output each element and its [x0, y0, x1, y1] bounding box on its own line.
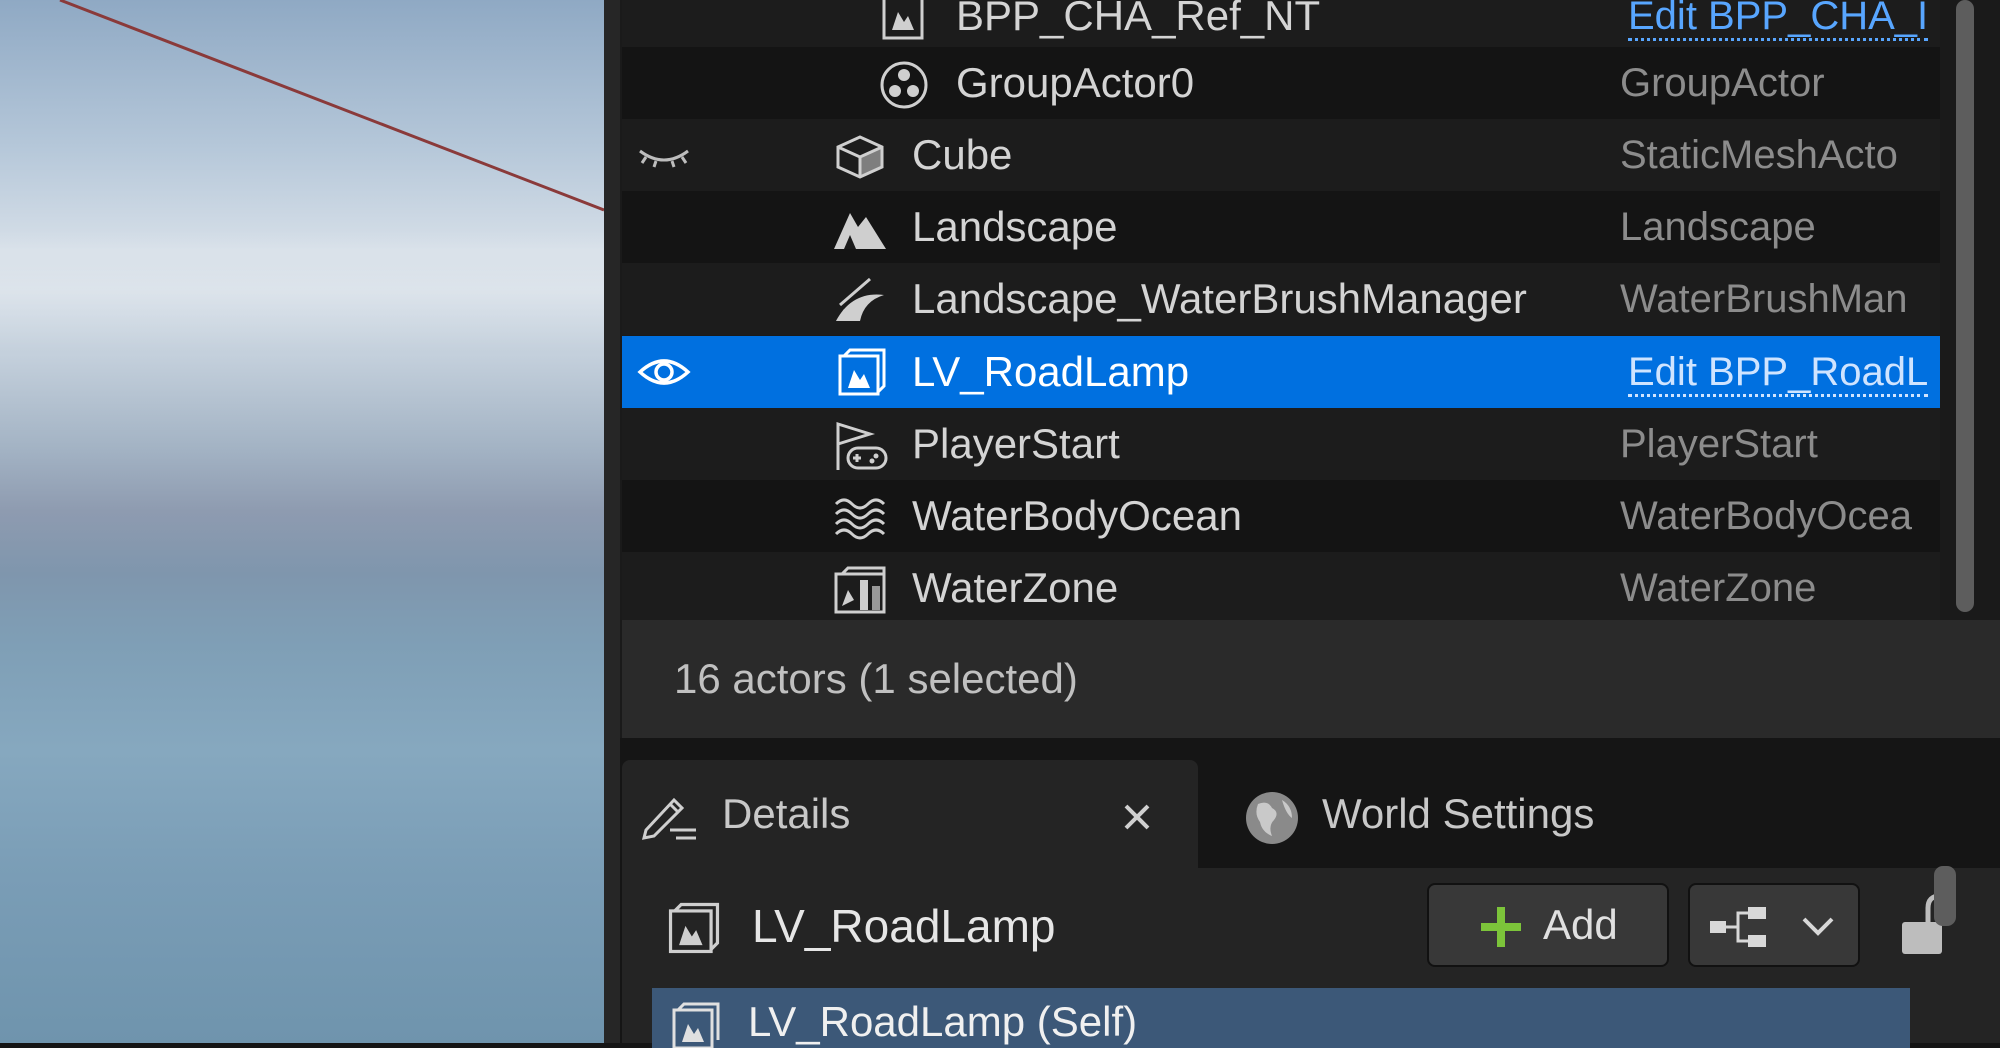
outliner-row-label: Landscape: [912, 203, 1118, 250]
outliner-row-bpp-cha-ref-nt[interactable]: BPP_CHA_Ref_NT Edit BPP_CHA_I: [622, 0, 1940, 52]
plus-icon: [1481, 907, 1521, 947]
edit-blueprint-link[interactable]: Edit BPP_CHA_I: [1628, 0, 1940, 52]
outliner-row-label: BPP_CHA_Ref_NT: [956, 0, 1321, 39]
components-scrollbar[interactable]: [1934, 866, 1956, 926]
blueprint-actor-icon: [882, 0, 924, 40]
outliner-row-playerstart[interactable]: PlayerStart PlayerStart: [622, 408, 1940, 480]
hierarchy-icon: [1710, 907, 1766, 947]
water-brush-icon: [836, 277, 884, 321]
close-icon[interactable]: [1120, 800, 1154, 834]
level-viewport[interactable]: [0, 0, 604, 1043]
outliner-row-type: PlayerStart: [1620, 422, 1818, 466]
panel-splitter[interactable]: [604, 0, 620, 1043]
outliner-row-type: WaterBodyOcea: [1620, 494, 1912, 538]
tab-world-settings-label: World Settings: [1322, 790, 1595, 837]
outliner-row-label: Cube: [912, 131, 1013, 178]
outliner-row-waterzone[interactable]: WaterZone WaterZone: [622, 552, 1940, 624]
outliner-row-type: GroupActor: [1620, 61, 1825, 105]
globe-icon: [1246, 792, 1298, 844]
outliner-status-bar: 16 actors (1 selected): [622, 620, 2000, 738]
chevron-down-icon: [1802, 917, 1834, 936]
water-body-icon: [834, 498, 886, 540]
add-button-label: Add: [1543, 901, 1618, 948]
eye-open-icon[interactable]: [636, 352, 692, 392]
outliner-row-lv-roadlamp[interactable]: LV_RoadLamp Edit BPP_RoadL: [622, 336, 1940, 408]
outliner-row-cube[interactable]: Cube StaticMeshActo: [622, 119, 1940, 191]
eye-closed-icon[interactable]: [636, 135, 692, 175]
outliner-row-label: LV_RoadLamp: [912, 348, 1190, 395]
blueprint-actor-icon: [668, 902, 720, 954]
outliner-row-type: StaticMeshActo: [1620, 133, 1898, 177]
outliner-row-groupactor0[interactable]: GroupActor0 GroupActor: [622, 47, 1940, 119]
actor-count-text: 16 actors (1 selected): [674, 655, 1078, 702]
group-actor-icon: [880, 61, 928, 109]
outliner-row-type: WaterZone: [1620, 566, 1817, 610]
blueprint-actor-icon: [838, 348, 886, 396]
tab-details-label: Details: [722, 790, 851, 837]
outliner-row-label: WaterZone: [912, 564, 1119, 611]
selected-actor-name: LV_RoadLamp: [752, 900, 1056, 952]
outliner-scrollbar[interactable]: [1954, 0, 1976, 620]
outliner-row-type: Landscape: [1620, 205, 1816, 249]
outliner-row-label: WaterBodyOcean: [912, 492, 1242, 539]
tab-details[interactable]: Details: [622, 760, 1198, 868]
hierarchy-options-button[interactable]: [1688, 883, 1860, 967]
components-tree-row-self[interactable]: LV_RoadLamp (Self): [652, 988, 1910, 1048]
pencil-edit-icon: [641, 797, 696, 840]
outliner-row-label: Landscape_WaterBrushManager: [912, 275, 1527, 322]
player-start-icon: [836, 421, 888, 470]
viewport-scene-lines: [59, 0, 604, 212]
add-component-button[interactable]: Add: [1427, 883, 1669, 967]
outliner-row-label: PlayerStart: [912, 420, 1120, 467]
details-body: LV_RoadLamp Add LV_RoadLamp (Self): [622, 868, 2000, 1048]
water-zone-icon: [834, 566, 886, 614]
tab-world-settings[interactable]: World Settings: [1210, 760, 1630, 868]
blueprint-actor-icon: [672, 1002, 720, 1048]
edit-blueprint-link[interactable]: Edit BPP_RoadL: [1628, 336, 1940, 408]
outliner-row-type: WaterBrushMan: [1620, 277, 1908, 321]
landscape-icon: [834, 213, 886, 249]
outliner-row-waterbodyocean[interactable]: WaterBodyOcean WaterBodyOcea: [622, 480, 1940, 552]
outliner-row-label: GroupActor0: [956, 59, 1195, 106]
details-panel: Details World Settings LV_RoadLamp Add L…: [620, 738, 2000, 1048]
outliner-scrollbar-thumb[interactable]: [1956, 0, 1974, 612]
outliner-row-landscape[interactable]: Landscape Landscape: [622, 191, 1940, 263]
outliner-row-landscape-waterbrushmanager[interactable]: Landscape_WaterBrushManager WaterBrushMa…: [622, 263, 1940, 335]
static-mesh-icon: [836, 135, 884, 179]
world-outliner: BPP_CHA_Ref_NT Edit BPP_CHA_I GroupActor…: [620, 0, 2000, 738]
component-self-label: LV_RoadLamp (Self): [748, 998, 1138, 1045]
